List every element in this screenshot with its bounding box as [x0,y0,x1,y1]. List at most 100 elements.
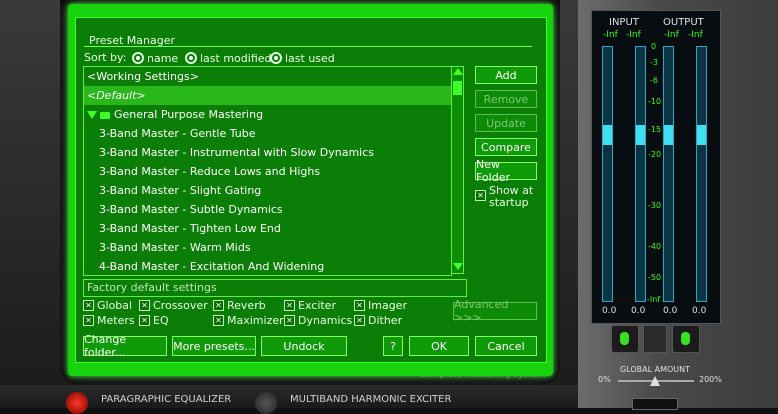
sort-modified-radio[interactable] [185,52,197,64]
global-max-label: 200% [699,375,722,384]
list-item[interactable]: 3-Band Master - Slight Gating [84,181,451,200]
list-item[interactable]: 3-Band Master - Gentle Tube [84,124,451,143]
list-scrollbar[interactable] [451,66,464,274]
description-text: Factory default settings [87,281,217,294]
scale-15: -15 [648,125,662,134]
eq-power-icon[interactable] [66,392,88,414]
eq-checkbox[interactable]: ✕ [139,315,150,326]
output-right-peak: -Inf [688,30,703,40]
output-link-icon [681,332,690,345]
meters-label[interactable]: Meters [97,314,135,327]
preset-list[interactable]: <Working Settings> <Default> General Pur… [83,66,452,276]
input-link-button[interactable] [611,325,639,353]
scale-3: -3 [650,58,658,67]
imager-label[interactable]: Imager [368,299,407,312]
compare-button[interactable]: Compare [475,138,537,156]
output-right-readout: 0.0 [692,306,707,316]
eq-module-label[interactable]: PARAGRAPHIC EQUALIZER [101,394,231,405]
input-left-peak: -Inf [603,30,618,40]
global-checkbox[interactable]: ✕ [83,300,94,311]
remove-button[interactable]: Remove [475,90,537,108]
scale-0: 0 [651,42,657,51]
output-left-readout: 0.0 [663,306,678,316]
crossover-checkbox[interactable]: ✕ [139,300,150,311]
sort-used-radio[interactable] [270,52,282,64]
input-right-readout: 0.0 [631,306,646,316]
sort-name-radio[interactable] [132,52,144,64]
input-right-peak: -Inf [626,30,641,40]
undock-button[interactable]: Undock [261,336,347,356]
folder-icon [100,111,110,119]
advanced-button[interactable]: Advanced >>> [453,298,537,324]
change-folder-button[interactable]: Change folder... [83,333,167,359]
scroll-up-icon[interactable] [453,68,463,75]
output-left-level [664,125,673,145]
list-item[interactable]: 3-Band Master - Subtle Dynamics [84,200,451,219]
scale-50: -50 [648,273,662,282]
scale-40: -40 [648,242,662,251]
show-startup-checkbox[interactable]: ✕ [475,190,486,201]
new-folder-button[interactable]: New Folder [475,158,537,184]
input-left-level [603,125,612,145]
input-left-meter [602,46,613,302]
add-button[interactable]: Add [475,66,537,84]
sort-label: Sort by: [84,51,127,64]
scroll-down-icon[interactable] [453,263,463,270]
exciter-module-label[interactable]: MULTIBAND HARMONIC EXCITER [290,394,451,405]
eq-label[interactable]: EQ [153,314,169,327]
sort-name-label[interactable]: name [147,52,178,65]
expand-triangle-icon[interactable] [87,111,97,119]
scale-30: -30 [648,201,662,210]
crossover-label[interactable]: Crossover [153,299,208,312]
output-label: OUTPUT [663,17,704,28]
input-left-readout: 0.0 [602,306,617,316]
list-item-selected[interactable]: <Default> [84,86,451,105]
input-link-icon [620,332,629,345]
exciter-power-icon[interactable] [255,392,277,414]
list-item[interactable]: <Working Settings> [84,67,451,86]
dither-label[interactable]: Dither [368,314,402,327]
global-amount-label: GLOBAL AMOUNT [620,365,691,374]
output-right-level [697,125,706,145]
slider-thumb-icon[interactable] [650,376,660,386]
list-item[interactable]: 3-Band Master - Instrumental with Slow D… [84,143,451,162]
cancel-button[interactable]: Cancel [475,336,537,356]
output-link-button[interactable] [672,325,700,353]
ok-button[interactable]: OK [409,336,469,356]
scale-inf: -Inf [647,295,661,304]
list-folder[interactable]: General Purpose Mastering [84,105,451,124]
dither-checkbox[interactable]: ✕ [354,315,365,326]
sort-used-label[interactable]: last used [285,52,335,65]
output-left-peak: -Inf [664,30,679,40]
scale-10: -10 [648,97,662,106]
more-presets-button[interactable]: More presets... [172,336,256,356]
list-item[interactable]: 3-Band Master - Reduce Lows and Highs [84,162,451,181]
scale-6: -6 [650,76,658,85]
help-button[interactable]: ? [383,336,403,356]
show-startup-label[interactable]: Show at startup [489,185,533,209]
global-label[interactable]: Global [97,299,132,312]
exciter-label[interactable]: Exciter [298,299,336,312]
maximizer-checkbox[interactable]: ✕ [213,315,224,326]
imager-checkbox[interactable]: ✕ [354,300,365,311]
list-item[interactable]: 3-Band Master - Warm Mids [84,238,451,257]
update-button[interactable]: Update [475,114,537,132]
bypass-button[interactable] [632,398,678,410]
list-item[interactable]: 3-Band Master - Tighten Low End [84,219,451,238]
global-min-label: 0% [598,375,611,384]
scroll-thumb[interactable] [453,81,462,95]
meters-checkbox[interactable]: ✕ [83,315,94,326]
dynamics-label[interactable]: Dynamics [298,314,352,327]
reverb-label[interactable]: Reverb [227,299,266,312]
input-label: INPUT [609,17,639,28]
reverb-checkbox[interactable]: ✕ [213,300,224,311]
sort-modified-label[interactable]: last modified [200,52,272,65]
input-right-meter [635,46,646,302]
scale-20: -20 [648,150,662,159]
list-item[interactable]: 4-Band Master - Excitation And Widening [84,257,451,275]
output-left-meter [663,46,674,302]
exciter-checkbox[interactable]: ✕ [284,300,295,311]
dynamics-checkbox[interactable]: ✕ [284,315,295,326]
link-toggle[interactable] [643,325,667,353]
maximizer-label[interactable]: Maximizer [227,314,284,327]
